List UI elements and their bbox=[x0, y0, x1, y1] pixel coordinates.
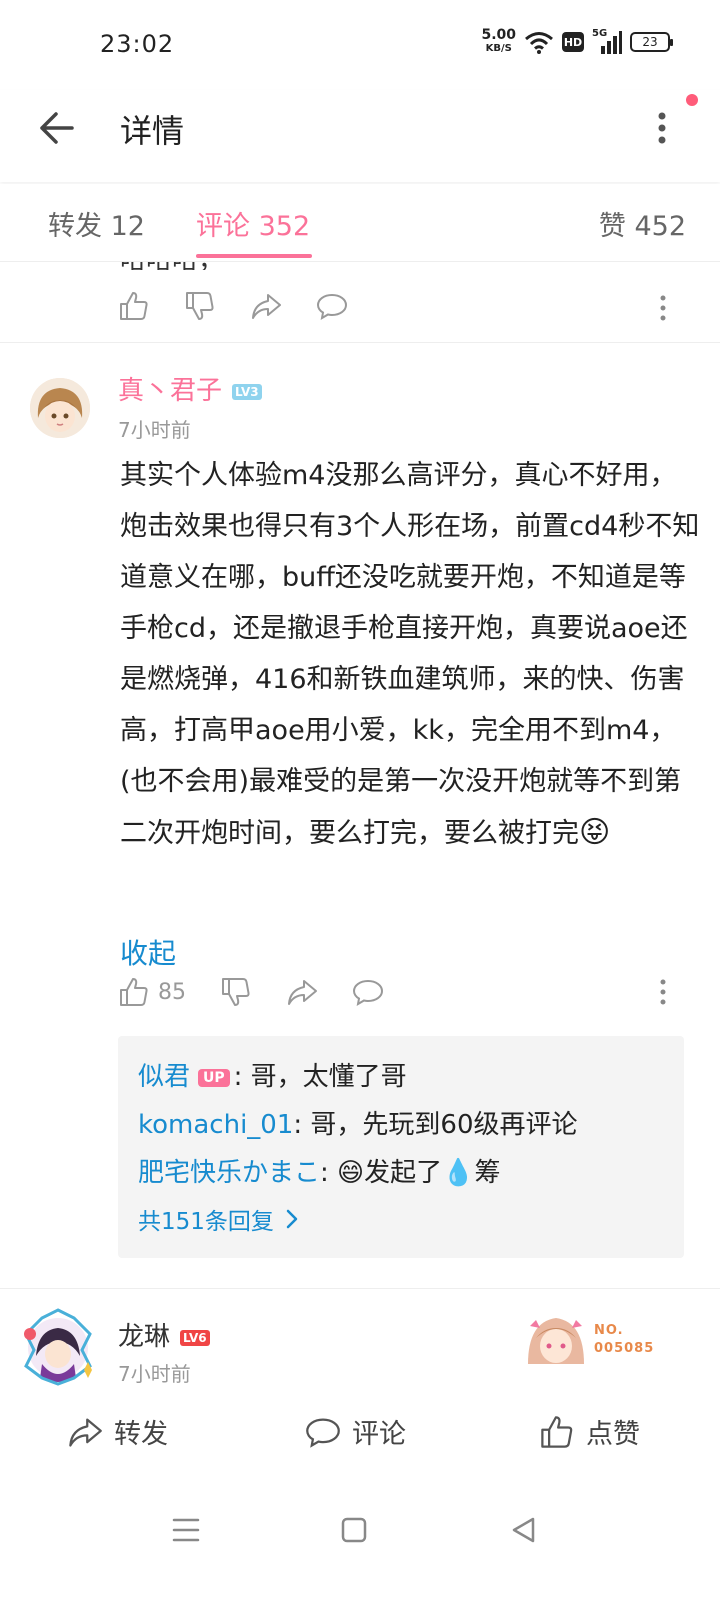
anime-girl-avatar-icon bbox=[30, 378, 90, 438]
back-button[interactable] bbox=[36, 108, 76, 148]
signal-icon: 5G bbox=[592, 28, 622, 54]
app-header: 详情 bbox=[0, 90, 720, 182]
chevron-right-icon bbox=[286, 1209, 298, 1229]
comment-time: 7小时前 bbox=[118, 1362, 191, 1386]
menu-icon bbox=[172, 1518, 200, 1542]
dislike-button[interactable] bbox=[220, 976, 252, 1008]
reply-item[interactable]: 似君 UP: 哥，太懂了哥 bbox=[138, 1056, 407, 1093]
reply-item[interactable]: 肥宅快乐かまこ: 😄发起了💧筹 bbox=[138, 1152, 501, 1189]
username[interactable]: 真丶君子 LV3 bbox=[118, 370, 262, 407]
like-button[interactable] bbox=[118, 290, 150, 322]
comment-button[interactable]: 评论 bbox=[304, 1412, 406, 1451]
status-bar: 23:02 5.00 KB/S HD 5G 23 bbox=[0, 0, 720, 90]
home-button[interactable] bbox=[334, 1510, 374, 1550]
bottom-action-bar: 转发 评论 点赞 bbox=[0, 1398, 720, 1472]
previous-comment-actions bbox=[118, 290, 382, 322]
share-icon bbox=[252, 294, 281, 319]
comment-text: 其实个人体验m4没那么高评分，真心不好用，炮击效果也得只有3个人形在场，前置cd… bbox=[120, 460, 700, 850]
system-nav-bar bbox=[0, 1486, 720, 1600]
wifi-icon bbox=[524, 30, 554, 54]
like-post-button[interactable]: 点赞 bbox=[538, 1412, 640, 1451]
battery-icon: 23 bbox=[630, 32, 673, 52]
username[interactable]: 龙琳 LV6 bbox=[118, 1316, 210, 1353]
view-all-replies-link[interactable]: 共151条回复 bbox=[138, 1202, 302, 1236]
reply-button[interactable] bbox=[316, 290, 348, 322]
back-nav-button[interactable] bbox=[504, 1510, 544, 1550]
hd-icon: HD bbox=[562, 32, 584, 52]
triangle-back-icon bbox=[512, 1517, 535, 1543]
tab-repost[interactable]: 转发 12 bbox=[48, 204, 145, 243]
comment-more-button[interactable] bbox=[658, 294, 668, 322]
more-vertical-icon bbox=[658, 112, 666, 144]
fan-medal-badge: NO. 005085 bbox=[522, 1308, 672, 1368]
reply-preview-box[interactable]: 似君 UP: 哥，太懂了哥 komachi_01: 哥，先玩到60级再评论 肥宅快… bbox=[118, 1036, 684, 1258]
reply-button[interactable] bbox=[352, 976, 384, 1008]
thumbs-down-icon bbox=[222, 978, 250, 1006]
dislike-button[interactable] bbox=[184, 290, 216, 322]
level-badge: LV3 bbox=[232, 383, 262, 400]
comment-bubble-icon bbox=[316, 293, 348, 320]
collapse-link[interactable]: 收起 bbox=[120, 932, 176, 972]
thumbs-up-icon bbox=[120, 292, 148, 320]
menu-button[interactable] bbox=[166, 1510, 206, 1550]
thumbs-down-icon bbox=[186, 292, 214, 320]
share-icon bbox=[288, 980, 317, 1005]
share-button[interactable] bbox=[250, 290, 282, 322]
like-button[interactable]: 85 bbox=[118, 976, 186, 1008]
tab-like[interactable]: 赞 452 bbox=[599, 204, 686, 243]
share-icon bbox=[69, 1418, 102, 1447]
notification-dot bbox=[686, 94, 698, 106]
tab-bar: 转发 12 评论 352 赞 452 bbox=[0, 184, 720, 262]
thumbs-up-icon bbox=[120, 978, 148, 1006]
thumbs-up-icon bbox=[541, 1415, 573, 1448]
tab-comment[interactable]: 评论 352 bbox=[196, 204, 310, 243]
avatar-frame-icon bbox=[24, 1308, 92, 1386]
comment-time: 7小时前 bbox=[118, 418, 191, 442]
repost-button[interactable]: 转发 bbox=[66, 1412, 168, 1451]
divider bbox=[0, 1288, 720, 1289]
avatar[interactable] bbox=[30, 378, 90, 438]
divider bbox=[0, 342, 720, 343]
level-badge: LV6 bbox=[180, 1329, 210, 1346]
network-speed: 5.00 KB/S bbox=[481, 27, 516, 54]
status-icons: 5.00 KB/S HD 5G 23 bbox=[481, 27, 673, 56]
more-vertical-icon bbox=[660, 979, 666, 1005]
anime-girl-badge-icon bbox=[528, 1318, 584, 1364]
page-title: 详情 bbox=[120, 112, 185, 150]
reply-item[interactable]: komachi_01: 哥，先玩到60级再评论 bbox=[138, 1104, 578, 1141]
square-icon bbox=[341, 1517, 367, 1543]
like-count: 85 bbox=[158, 979, 186, 1005]
comment-more-button[interactable] bbox=[658, 978, 668, 1006]
more-options-button[interactable] bbox=[652, 108, 672, 148]
share-button[interactable] bbox=[286, 976, 318, 1008]
comment-bubble-icon bbox=[306, 1417, 340, 1448]
comment-actions: 85 bbox=[118, 976, 418, 1008]
arrow-left-icon bbox=[40, 112, 74, 144]
up-badge: UP bbox=[198, 1068, 230, 1087]
grinning-tongue-emoji-icon: 😝 bbox=[579, 815, 611, 850]
active-tab-indicator bbox=[196, 254, 312, 258]
more-vertical-icon bbox=[660, 295, 666, 321]
previous-comment-text: 哈哈哈， bbox=[120, 262, 230, 270]
comment-bubble-icon bbox=[352, 979, 384, 1006]
status-time: 23:02 bbox=[100, 30, 175, 58]
avatar[interactable] bbox=[16, 1304, 100, 1388]
